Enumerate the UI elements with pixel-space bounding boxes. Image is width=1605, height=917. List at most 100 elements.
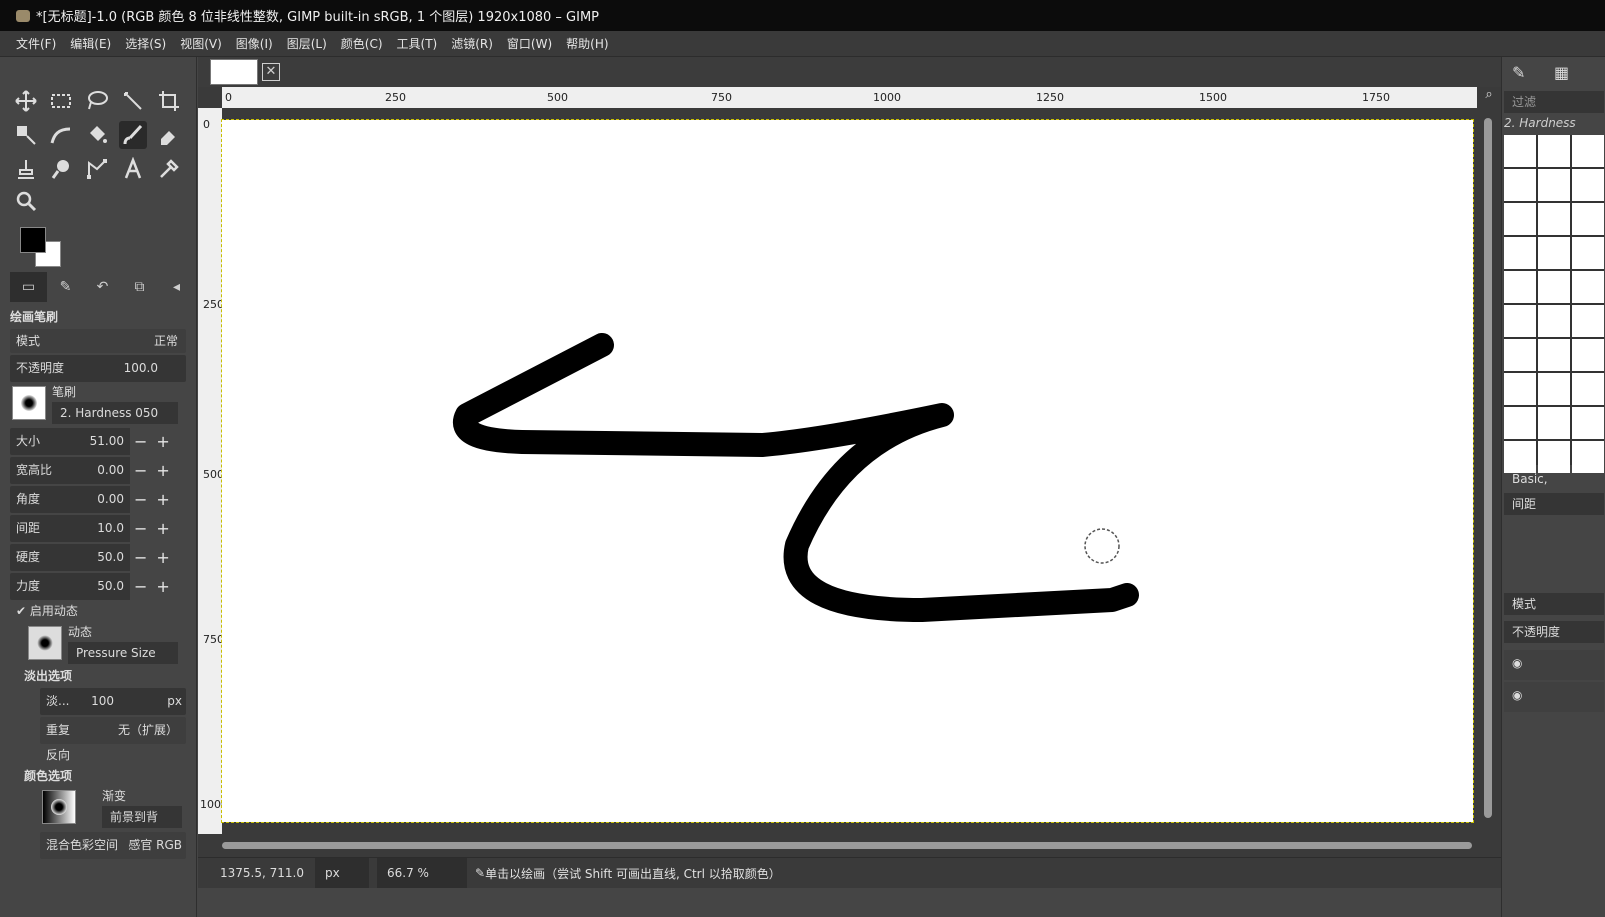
dynamics-name-field[interactable]: Pressure Size (68, 642, 178, 664)
repeat-select[interactable]: 重复 无（扩展） (40, 717, 186, 744)
reverse-checkbox[interactable]: 反向 (40, 744, 186, 766)
slider-stepper[interactable]: −+ (130, 573, 186, 600)
brush-selector[interactable]: 笔刷 2. Hardness 050 (10, 384, 186, 426)
blend-space-label: 混合色彩空间 (46, 838, 119, 852)
brush-filter-input[interactable]: 过滤 (1504, 91, 1604, 113)
dynamics-selector[interactable]: 动态 Pressure Size (26, 624, 186, 666)
fade-length-slider[interactable]: 淡... 100 px (40, 688, 186, 715)
menu-tools[interactable]: 工具(T) (397, 35, 438, 52)
dynamics-checkbox[interactable]: ✔ 启用动态 (10, 600, 186, 622)
layer-row[interactable]: ◉ (1504, 682, 1604, 712)
ruler-ticks: 0 250 500 750 1000 (200, 118, 228, 811)
tab-undo-history[interactable]: ↶ (84, 272, 121, 302)
unit-select[interactable]: px (315, 858, 369, 888)
size-slider[interactable]: 大小 51.00 −+ (10, 428, 186, 455)
vertical-scrollbar[interactable] (1477, 108, 1501, 834)
menu-select[interactable]: 选择(S) (125, 35, 166, 52)
close-icon[interactable]: ✕ (262, 63, 280, 81)
quick-mask-icon[interactable] (198, 87, 222, 108)
mode-select[interactable]: 模式 正常 (10, 329, 186, 353)
opacity-slider[interactable]: 不透明度 100.0 (10, 355, 186, 382)
slider-stepper[interactable]: −+ (130, 428, 186, 455)
zoom-icon[interactable] (12, 187, 40, 215)
paintbrush-icon[interactable] (119, 121, 147, 149)
tab-device-status[interactable]: ✎ (47, 272, 84, 302)
slider-stepper[interactable]: −+ (130, 544, 186, 571)
menu-filters[interactable]: 滤镜(R) (451, 35, 493, 52)
menu-layer[interactable]: 图层(L) (287, 35, 327, 52)
scroll-thumb[interactable] (222, 842, 1472, 849)
slider-value: 50.0 (97, 579, 124, 593)
brush-set-label[interactable]: Basic, (1504, 468, 1604, 490)
scroll-thumb[interactable] (1484, 118, 1492, 818)
menu-edit[interactable]: 编辑(E) (70, 35, 111, 52)
layers-opacity-slider[interactable]: 不透明度 (1504, 621, 1604, 643)
menu-view[interactable]: 视图(V) (180, 35, 222, 52)
brush-preview[interactable] (12, 386, 46, 420)
layer-row[interactable]: ◉ (1504, 650, 1604, 680)
eye-icon[interactable]: ◉ (1512, 688, 1522, 702)
image-tab-thumbnail[interactable] (210, 59, 258, 85)
hardness-slider[interactable]: 硬度 50.0 −+ (10, 544, 186, 571)
rect-select-icon[interactable] (47, 87, 75, 115)
blend-space-select[interactable]: 混合色彩空间 感官 RGB (40, 832, 186, 859)
tab-tool-options[interactable]: ▭ (10, 272, 47, 302)
bucket-fill-icon[interactable] (83, 121, 111, 149)
svg-text:1000: 1000 (200, 798, 222, 811)
tool-options-title: 绘画笔刷 (10, 310, 59, 324)
brush-name-field[interactable]: 2. Hardness 050 (52, 402, 178, 424)
angle-slider[interactable]: 角度 0.00 −+ (10, 486, 186, 513)
clone-icon[interactable] (12, 155, 40, 183)
crop-icon[interactable] (155, 87, 183, 115)
eraser-icon[interactable] (155, 121, 183, 149)
tab-menu-icon[interactable]: ◂ (158, 272, 195, 302)
fuzzy-select-icon[interactable] (119, 87, 147, 115)
paths-icon[interactable] (83, 155, 111, 183)
slider-stepper[interactable]: −+ (130, 457, 186, 484)
reverse-label: 反向 (46, 748, 71, 762)
foreground-color-swatch[interactable] (20, 227, 46, 253)
gradient-preview[interactable] (42, 790, 76, 824)
zoom-select[interactable]: 66.7 % (377, 858, 467, 888)
fg-bg-colors[interactable] (20, 227, 70, 277)
opacity-value: 100.0 (123, 361, 158, 375)
gradient-name-field[interactable]: 前景到背 (102, 806, 182, 828)
slider-stepper[interactable]: −+ (130, 486, 186, 513)
move-tool-icon[interactable] (12, 87, 40, 115)
layers-mode-select[interactable]: 模式 (1504, 593, 1604, 615)
aspect-slider[interactable]: 宽高比 0.00 −+ (10, 457, 186, 484)
brushes-tab-icon[interactable]: ✎ (1512, 63, 1525, 82)
spacing-slider[interactable]: 间距 10.0 −+ (10, 515, 186, 542)
slider-value: 10.0 (97, 521, 124, 535)
spacing-field[interactable]: 间距 (1504, 493, 1604, 515)
zoom-icon[interactable]: ⌕ (1477, 87, 1501, 108)
check-icon: ✔ (16, 604, 30, 618)
menu-windows[interactable]: 窗口(W) (507, 35, 552, 52)
patterns-tab-icon[interactable]: ▦ (1554, 63, 1569, 82)
dynamics-enable-label: 启用动态 (29, 604, 78, 618)
menu-colors[interactable]: 颜色(C) (341, 35, 383, 52)
horizontal-scrollbar[interactable] (222, 834, 1477, 854)
brush-grid[interactable] (1504, 135, 1604, 473)
menu-image[interactable]: 图像(I) (236, 35, 273, 52)
menu-file[interactable]: 文件(F) (16, 35, 56, 52)
selected-brush-name: 2. Hardness (1504, 116, 1576, 130)
brush-label: 笔刷 (52, 385, 77, 399)
image-canvas[interactable] (221, 119, 1474, 823)
color-picker-icon[interactable] (155, 155, 183, 183)
slider-stepper[interactable]: −+ (130, 515, 186, 542)
dynamics-preview[interactable] (28, 626, 62, 660)
fade-unit[interactable]: px (167, 688, 182, 715)
gradient-selector[interactable]: 渐变 前景到背 (40, 788, 186, 830)
force-slider[interactable]: 力度 50.0 −+ (10, 573, 186, 600)
vertical-ruler[interactable]: 0 250 500 750 1000 (198, 108, 228, 834)
smudge-icon[interactable] (47, 155, 75, 183)
text-icon[interactable] (119, 155, 147, 183)
transform-icon[interactable] (12, 121, 40, 149)
menu-help[interactable]: 帮助(H) (566, 35, 608, 52)
horizontal-ruler[interactable]: 0 250 500 750 1000 1250 1500 1750 (222, 87, 1477, 108)
eye-icon[interactable]: ◉ (1512, 656, 1522, 670)
lasso-icon[interactable] (83, 87, 111, 115)
warp-icon[interactable] (47, 121, 75, 149)
tab-images[interactable]: ⧉ (121, 272, 158, 302)
